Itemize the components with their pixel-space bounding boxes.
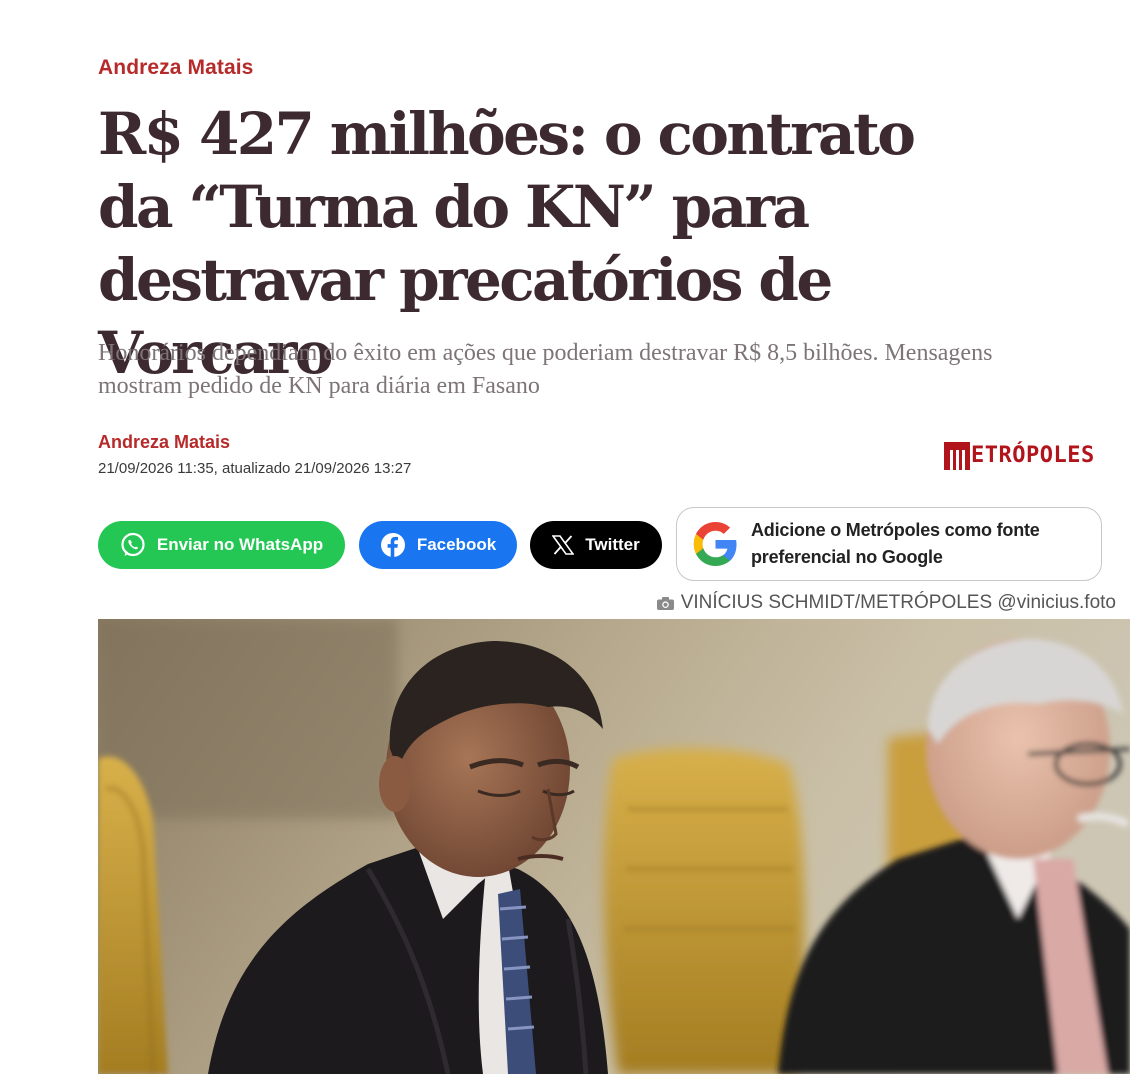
share-twitter-button[interactable]: Twitter (530, 521, 662, 569)
facebook-icon (380, 533, 405, 557)
article-page: Andreza Matais R$ 427 milhões: o contrat… (0, 0, 1145, 1074)
article-hero-photo[interactable] (98, 619, 1130, 1074)
column-kicker[interactable]: Andreza Matais (98, 56, 253, 80)
share-whatsapp-button[interactable]: Enviar no WhatsApp (98, 521, 345, 569)
metropoles-m-mark (944, 442, 970, 470)
metropoles-logo[interactable]: ETRÓPOLES (944, 440, 1095, 472)
share-facebook-button[interactable]: Facebook (359, 521, 517, 569)
share-facebook-label: Facebook (416, 535, 497, 554)
google-preferred-source-label: Adicione o Metrópoles como fonte prefere… (751, 520, 1040, 567)
photo-credit: VINÍCIUS SCHMIDT/METRÓPOLES @vinicius.fo… (656, 592, 1116, 614)
google-preferred-source-card[interactable]: Adicione o Metrópoles como fonte prefere… (676, 507, 1102, 581)
metropoles-wordmark: ETRÓPOLES (971, 443, 1095, 468)
author-name[interactable]: Andreza Matais (98, 432, 230, 453)
share-twitter-label: Twitter (585, 535, 640, 554)
publish-dateline: 21/09/2026 11:35, atualizado 21/09/2026 … (98, 460, 412, 477)
hero-photo-illustration (98, 619, 1130, 1074)
camera-icon (656, 596, 674, 610)
article-subtitle: Honorários dependiam do êxito em ações q… (98, 340, 993, 399)
google-g-icon (693, 522, 737, 566)
whatsapp-icon (121, 532, 145, 557)
photo-credit-text: VINÍCIUS SCHMIDT/METRÓPOLES @vinicius.fo… (680, 592, 1116, 613)
share-whatsapp-label: Enviar no WhatsApp (156, 535, 324, 554)
x-icon (552, 535, 575, 555)
